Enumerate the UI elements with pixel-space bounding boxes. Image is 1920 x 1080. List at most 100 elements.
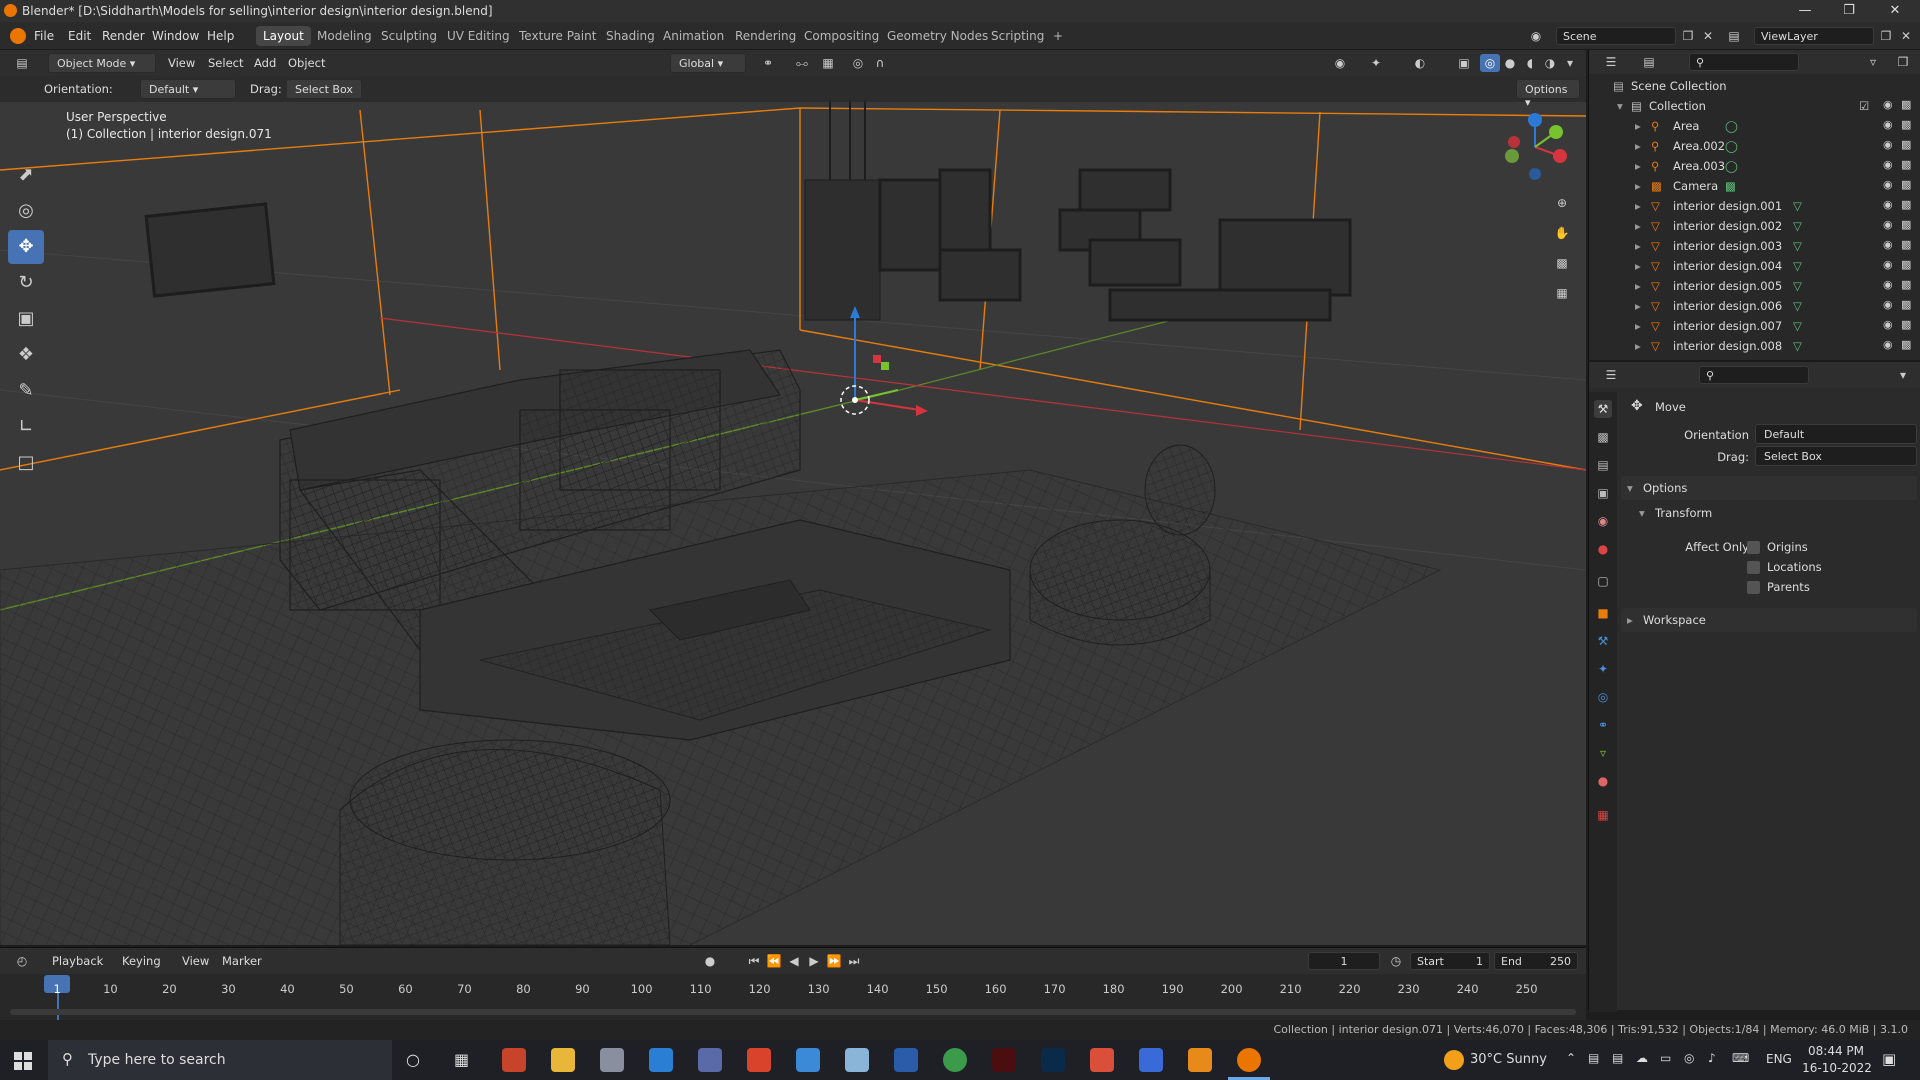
data-tab-icon[interactable]: ▿: [1594, 744, 1612, 762]
eye-icon[interactable]: ◉: [1883, 238, 1893, 251]
render-camera-icon[interactable]: ▩: [1901, 198, 1911, 211]
cortana-icon[interactable]: ○: [406, 1050, 420, 1069]
select-tool-icon[interactable]: ⬈: [8, 158, 44, 192]
eye-icon[interactable]: ◉: [1883, 98, 1893, 111]
timeline-editor-icon[interactable]: ◴: [12, 952, 32, 970]
render-camera-icon[interactable]: ▩: [1901, 258, 1911, 271]
editor-type-icon[interactable]: ▤: [12, 54, 32, 72]
shading-options-icon[interactable]: ▾: [1560, 54, 1580, 72]
eye-icon[interactable]: ◉: [1883, 258, 1893, 271]
solid-shading-icon[interactable]: ●: [1500, 54, 1520, 72]
tab-animation[interactable]: Animation: [656, 26, 731, 46]
locations-checkbox[interactable]: [1747, 561, 1760, 574]
play-icon[interactable]: ▶: [804, 952, 824, 970]
menu-select[interactable]: Select: [208, 56, 243, 70]
app-2-icon[interactable]: [796, 1048, 820, 1072]
render-camera-icon[interactable]: ▩: [1901, 118, 1911, 131]
menu-timeline-view[interactable]: View: [182, 954, 209, 968]
overlay-icon[interactable]: ◐: [1410, 54, 1430, 72]
expand-icon[interactable]: ▸: [1635, 319, 1641, 333]
pan-hand-icon[interactable]: ✋: [1552, 224, 1572, 242]
transform-subpanel-header[interactable]: ▾ Transform: [1633, 502, 1917, 524]
scene-field[interactable]: Scene: [1556, 27, 1676, 45]
next-keyframe-icon[interactable]: ⏩: [824, 952, 844, 970]
clock-date[interactable]: 16-10-2022: [1802, 1061, 1872, 1075]
object-data-icon[interactable]: ▽: [1793, 319, 1802, 333]
expand-icon[interactable]: ▸: [1635, 119, 1641, 133]
render-camera-icon[interactable]: ▩: [1901, 178, 1911, 191]
eye-icon[interactable]: ◉: [1883, 198, 1893, 211]
zoom-icon[interactable]: ⊕: [1552, 194, 1572, 212]
gizmo-icon[interactable]: ✦: [1366, 54, 1386, 72]
visibility-icon[interactable]: ◉: [1330, 54, 1350, 72]
constraints-tab-icon[interactable]: ⚭: [1594, 716, 1612, 734]
orientation-dropdown[interactable]: Default ▾: [140, 79, 236, 99]
end-frame-field[interactable]: End 250: [1494, 952, 1578, 970]
vlc-icon[interactable]: [1188, 1048, 1212, 1072]
battery-icon[interactable]: ▭: [1660, 1051, 1671, 1065]
expand-icon[interactable]: ▸: [1635, 219, 1641, 233]
modifier-tab-icon[interactable]: ⚒: [1594, 632, 1612, 650]
object-data-icon[interactable]: ◯: [1725, 159, 1738, 173]
object-data-icon[interactable]: ▽: [1793, 259, 1802, 273]
current-frame-field[interactable]: 1: [1308, 952, 1380, 970]
outliner-row[interactable]: ▸ ▽ interior design.002 ▽ ◉ ▩: [1589, 216, 1920, 236]
object-data-icon[interactable]: ▩: [1725, 179, 1736, 193]
menu-help[interactable]: Help: [207, 29, 234, 43]
material-shading-icon[interactable]: ◖: [1520, 54, 1540, 72]
render-camera-icon[interactable]: ▩: [1901, 278, 1911, 291]
viewlayer-icon[interactable]: ▤: [1724, 27, 1744, 45]
language-indicator[interactable]: ENG: [1766, 1052, 1792, 1066]
camera-view-icon[interactable]: ▩: [1552, 254, 1572, 272]
render-camera-icon[interactable]: ▩: [1901, 138, 1911, 151]
particles-tab-icon[interactable]: ✦: [1594, 660, 1612, 678]
jump-end-icon[interactable]: ⏭: [844, 952, 864, 970]
options-panel-header[interactable]: ▾ Options: [1621, 476, 1917, 500]
tray-icon-3[interactable]: ☁: [1636, 1051, 1648, 1065]
file-explorer-icon[interactable]: [551, 1048, 575, 1072]
tab-scripting[interactable]: Scripting: [984, 26, 1051, 46]
transform-orientation-dropdown[interactable]: Global ▾: [670, 53, 746, 73]
navigation-gizmo[interactable]: [1500, 112, 1570, 182]
eye-icon[interactable]: ◉: [1883, 298, 1893, 311]
outliner-row[interactable]: ▸ ⚲ Area.003 ◯ ◉ ▩: [1589, 156, 1920, 176]
filter-icon[interactable]: ▿: [1863, 53, 1883, 71]
render-tab-icon[interactable]: ▩: [1594, 428, 1612, 446]
render-camera-icon[interactable]: ▩: [1901, 238, 1911, 251]
tab-texture-paint[interactable]: Texture Paint: [512, 26, 603, 46]
rendered-shading-icon[interactable]: ◑: [1540, 54, 1560, 72]
blender-taskbar-icon[interactable]: [1237, 1048, 1261, 1072]
tab-shading[interactable]: Shading: [599, 26, 662, 46]
view-layer-tab-icon[interactable]: ▣: [1594, 484, 1612, 502]
clock-time[interactable]: 08:44 PM: [1806, 1044, 1866, 1058]
expand-icon[interactable]: ▸: [1635, 239, 1641, 253]
eye-icon[interactable]: ◉: [1883, 138, 1893, 151]
jump-start-icon[interactable]: ⏮: [744, 952, 764, 970]
material-tab-icon[interactable]: ●: [1594, 772, 1612, 790]
menu-view[interactable]: View: [168, 56, 195, 70]
outliner-row[interactable]: ▸ ▩ Camera ▩ ◉ ▩: [1589, 176, 1920, 196]
outliner-row[interactable]: ▸ ⚲ Area ◯ ◉ ▩: [1589, 116, 1920, 136]
scene-icon[interactable]: ◉: [1526, 27, 1546, 45]
xray-icon[interactable]: ▣: [1454, 54, 1474, 72]
object-data-icon[interactable]: ▽: [1793, 199, 1802, 213]
word-icon[interactable]: [894, 1048, 918, 1072]
menu-object[interactable]: Object: [288, 56, 325, 70]
outliner-row[interactable]: ▸ ⚲ Area.002 ◯ ◉ ▩: [1589, 136, 1920, 156]
outliner-row[interactable]: ▸ ▽ interior design.004 ▽ ◉ ▩: [1589, 256, 1920, 276]
blender-menu-icon[interactable]: [10, 28, 26, 44]
outliner-search-input[interactable]: ⚲: [1689, 53, 1799, 71]
volume-icon[interactable]: ♪: [1708, 1051, 1716, 1065]
display-mode-icon[interactable]: ▤: [1639, 53, 1659, 71]
object-data-icon[interactable]: ▽: [1793, 339, 1802, 353]
tab-geometry-nodes[interactable]: Geometry Nodes: [880, 26, 995, 46]
start-frame-field[interactable]: Start 1: [1410, 952, 1490, 970]
menu-window[interactable]: Window: [152, 29, 199, 43]
outliner-row[interactable]: ▸ ▽ interior design.006 ▽ ◉ ▩: [1589, 296, 1920, 316]
close-button[interactable]: ✕: [1872, 0, 1918, 22]
expand-icon[interactable]: ▸: [1635, 259, 1641, 273]
prev-keyframe-icon[interactable]: ⏪: [764, 952, 784, 970]
tab-compositing[interactable]: Compositing: [797, 26, 886, 46]
object-data-icon[interactable]: ▽: [1793, 299, 1802, 313]
eye-icon[interactable]: ◉: [1883, 278, 1893, 291]
